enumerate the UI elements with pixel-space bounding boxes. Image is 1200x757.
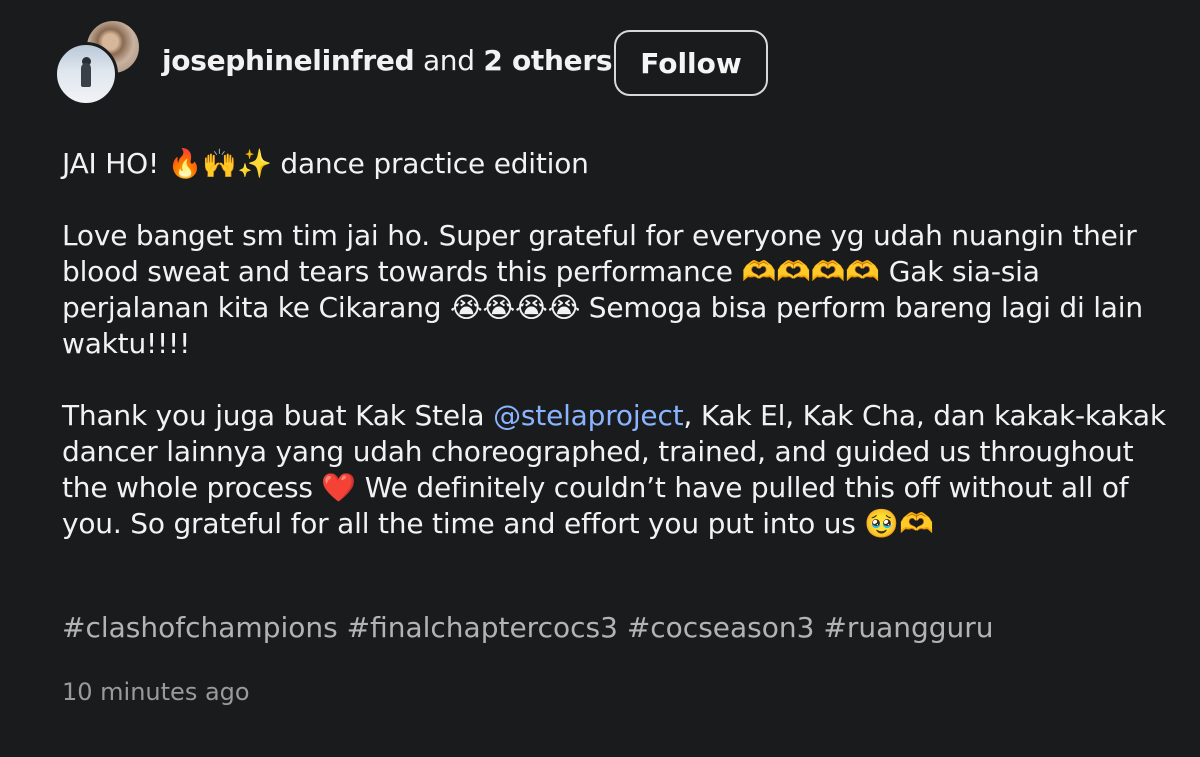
caption-paragraph-1: Love banget sm tim jai ho. Super gratefu…	[62, 219, 1143, 360]
author-username[interactable]: josephinelinfred	[162, 44, 415, 77]
coauthors-link[interactable]: 2 others	[483, 44, 612, 77]
threads-mention-icon: @	[493, 399, 521, 432]
author-avatar[interactable]	[54, 42, 118, 106]
caption-paragraph-2: Thank you juga buat Kak Stela @stelaproj…	[62, 398, 1172, 542]
post-header: josephinelinfred and 2 others Follow	[0, 0, 1200, 110]
mention-link[interactable]: @stelaproject	[493, 399, 684, 432]
post-caption: JAI HO! 🔥🙌✨ dance practice edition Love …	[62, 146, 1172, 578]
author-connector: and	[422, 44, 475, 77]
caption-paragraph-2-start: Thank you juga buat Kak Stela	[62, 399, 494, 432]
post-timestamp: 10 minutes ago	[62, 678, 250, 706]
avatar-stack[interactable]	[54, 18, 144, 108]
hashtag-list: #clashofchampions #finalchaptercocs3 #co…	[62, 610, 994, 646]
caption-title: JAI HO! 🔥🙌✨ dance practice edition	[62, 147, 589, 180]
avatar-figure-body	[81, 63, 91, 87]
hashtag[interactable]: #cocseason3	[627, 611, 815, 644]
author-names: josephinelinfred and 2 others	[162, 44, 613, 77]
follow-button[interactable]: Follow	[614, 30, 768, 96]
hashtag[interactable]: #ruangguru	[823, 611, 993, 644]
hashtag[interactable]: #clashofchampions	[62, 611, 338, 644]
mention-username: stelaproject	[520, 399, 684, 432]
hashtag[interactable]: #finalchaptercocs3	[347, 611, 618, 644]
